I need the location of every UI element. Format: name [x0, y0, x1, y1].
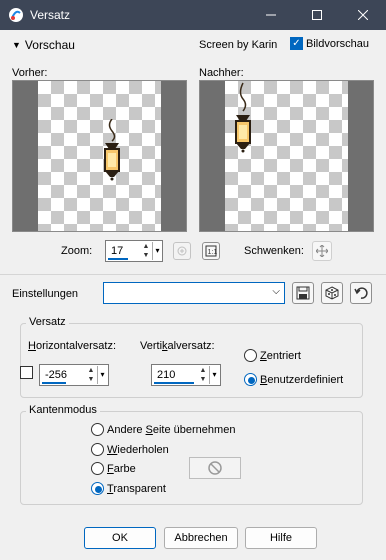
before-preview[interactable] — [12, 80, 187, 232]
offset-group — [20, 323, 363, 398]
lantern-image — [104, 119, 120, 181]
preview-toggle[interactable]: ▼ Vorschau — [12, 38, 75, 52]
vertical-offset-label: Vertikalversatz: — [140, 340, 215, 352]
zoom-label: Zoom: — [61, 245, 93, 257]
edge-color-swatch[interactable] — [189, 457, 241, 479]
pan-button[interactable] — [312, 241, 332, 261]
reset-icon — [354, 287, 368, 299]
settings-label: Einstellungen — [12, 288, 79, 300]
maximize-icon — [312, 10, 322, 20]
maximize-button[interactable] — [294, 0, 340, 30]
preset-combobox[interactable]: ⌵ — [103, 282, 285, 304]
zoom-actual-icon: 1:1 — [205, 245, 217, 257]
svg-text:1:1: 1:1 — [208, 249, 218, 256]
horizontal-offset-label: Horizontalversatz: — [28, 340, 117, 352]
vertical-offset-underline — [154, 382, 194, 384]
ok-button[interactable]: OK — [84, 527, 156, 549]
close-button[interactable] — [340, 0, 386, 30]
dice-icon — [325, 286, 339, 300]
move-icon — [316, 245, 328, 257]
before-label: Vorher: — [12, 67, 48, 79]
vertical-offset-input[interactable]: 210 ▲ ▼ ▾ — [151, 364, 221, 386]
app-icon — [9, 8, 23, 22]
minimize-icon — [266, 14, 276, 16]
pan-label: Schwenken: — [244, 245, 304, 257]
collapse-arrow-icon: ▼ — [12, 40, 21, 50]
screen-by-text: Screen by Karin — [199, 39, 278, 51]
centered-radio[interactable] — [244, 349, 257, 362]
zoom-actual-button[interactable]: 1:1 — [202, 242, 220, 260]
vertical-offset-dropdown[interactable]: ▾ — [209, 366, 219, 384]
link-offset-checkbox[interactable] — [20, 366, 33, 379]
vertical-offset-spinner[interactable]: ▲ ▼ — [197, 366, 209, 384]
after-label: Nachher: — [199, 67, 244, 79]
edge-transparent-label: Transparent — [107, 483, 166, 495]
edge-color-radio[interactable] — [91, 462, 104, 475]
reset-button[interactable] — [350, 282, 372, 304]
random-preset-button[interactable] — [321, 282, 343, 304]
horizontal-offset-value: -256 — [45, 369, 68, 381]
centered-label: Zentriert — [260, 350, 301, 362]
edge-wrap-radio[interactable] — [91, 423, 104, 436]
edge-transparent-radio[interactable] — [91, 482, 104, 495]
after-preview[interactable] — [199, 80, 374, 232]
no-color-icon — [208, 461, 222, 475]
save-preset-button[interactable] — [292, 282, 314, 304]
offset-group-title: Versatz — [26, 316, 69, 328]
preview-toggle-label: Vorschau — [24, 38, 75, 52]
custom-label: Benutzerdefiniert — [260, 374, 344, 386]
cancel-button[interactable]: Abbrechen — [164, 527, 238, 549]
zoom-spinner[interactable]: ▲ ▼ — [140, 242, 152, 260]
window-title: Versatz — [30, 8, 71, 22]
title-bar: Versatz — [0, 0, 386, 30]
zoom-fit-button[interactable] — [173, 242, 191, 260]
horizontal-offset-label-rest: orizontalversatz: — [35, 340, 117, 352]
minimize-button[interactable] — [248, 0, 294, 30]
edge-repeat-radio[interactable] — [91, 443, 104, 456]
zoom-underline — [108, 258, 128, 260]
zoom-value: 17 — [111, 245, 124, 257]
zoom-dropdown[interactable]: ▾ — [152, 242, 162, 260]
save-icon — [296, 286, 310, 300]
horizontal-offset-spinner[interactable]: ▲ ▼ — [85, 366, 97, 384]
edge-repeat-label: Wiederholen — [107, 444, 169, 456]
zoom-input[interactable]: 17 ▲ ▼ ▾ — [105, 240, 163, 262]
chevron-down-icon: ⌵ — [272, 286, 280, 297]
vertical-offset-value: 210 — [157, 369, 176, 381]
edge-mode-group-title: Kantenmodus — [26, 404, 100, 416]
custom-radio[interactable] — [244, 373, 257, 386]
edge-wrap-label: Andere Seite übernehmen — [107, 424, 236, 436]
horizontal-offset-underline — [42, 382, 66, 384]
horizontal-offset-input[interactable]: -256 ▲ ▼ ▾ — [39, 364, 109, 386]
help-button[interactable]: Hilfe — [245, 527, 317, 549]
horizontal-offset-dropdown[interactable]: ▾ — [97, 366, 107, 384]
live-preview-label: Bildvorschau — [306, 38, 369, 50]
lantern-image-offset — [235, 82, 251, 153]
edge-color-label: Farbe — [107, 463, 136, 475]
zoom-fit-icon — [177, 246, 187, 256]
live-preview-checkbox[interactable]: ✓ — [290, 37, 303, 50]
close-icon — [358, 10, 368, 20]
divider — [0, 274, 386, 275]
